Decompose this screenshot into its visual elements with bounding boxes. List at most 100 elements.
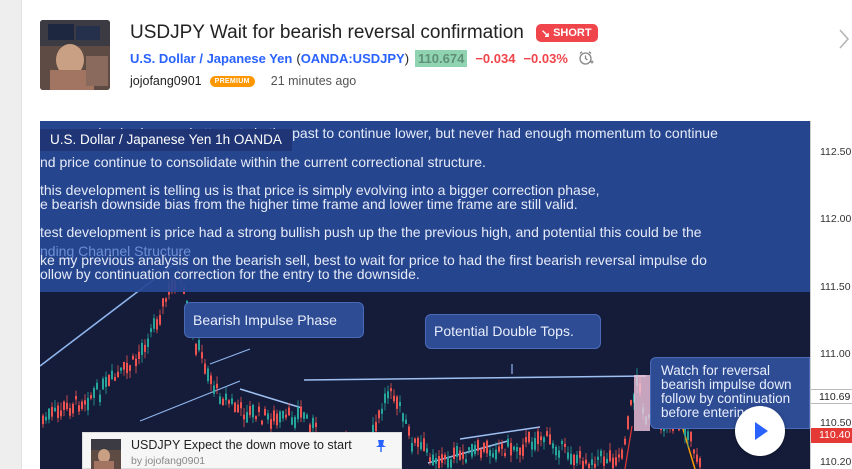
candle-body xyxy=(312,417,314,429)
candle-body xyxy=(579,450,581,459)
candle-body xyxy=(294,416,296,428)
candle-body xyxy=(147,338,149,348)
candle-body xyxy=(396,396,398,409)
candle-body xyxy=(240,402,242,409)
candle-body xyxy=(84,400,86,405)
candle-body xyxy=(105,376,107,387)
candle-body xyxy=(438,455,440,469)
candle-body xyxy=(420,442,422,450)
y-tick: 110.20 xyxy=(820,456,852,468)
candle-body xyxy=(213,385,215,394)
candle-body xyxy=(393,395,395,402)
chart-image[interactable]: ne see price had several attempts in the… xyxy=(40,121,852,469)
candle-body xyxy=(126,362,128,374)
y-tick: 111.00 xyxy=(820,348,851,360)
candle-body xyxy=(444,454,446,460)
candle-body xyxy=(207,368,209,382)
symbol-name-link[interactable]: U.S. Dollar / Japanese Yen xyxy=(130,51,292,66)
y-tick: 111.50 xyxy=(820,281,851,293)
candle-body xyxy=(606,458,608,464)
candle-body xyxy=(603,456,605,466)
candle-body xyxy=(612,457,614,469)
candle-body xyxy=(378,410,380,419)
play-icon xyxy=(755,422,768,440)
chart-legend: U.S. Dollar / Japanese Yen 1h OANDA xyxy=(40,129,292,151)
price-change-percent: −0.03% xyxy=(523,50,568,66)
play-button[interactable] xyxy=(735,406,785,456)
candle-body xyxy=(129,365,131,371)
sell-price-label: 110.40 xyxy=(811,428,852,443)
candle-body xyxy=(624,438,626,445)
candle-body xyxy=(627,416,629,429)
related-idea-thumbnail xyxy=(91,439,121,469)
candle-body xyxy=(99,394,101,403)
candle-body xyxy=(573,454,575,466)
alarm-clock-icon[interactable] xyxy=(578,50,594,66)
pin-icon xyxy=(375,439,387,453)
candle-body xyxy=(441,454,443,463)
candle-body xyxy=(255,416,257,420)
candle-body xyxy=(600,450,602,457)
candle-body xyxy=(267,413,269,420)
author-avatar[interactable] xyxy=(40,20,110,90)
candle-body xyxy=(270,419,272,429)
candle-body xyxy=(300,406,302,418)
candle-body xyxy=(375,421,377,432)
candle-body xyxy=(132,355,134,360)
candle-body xyxy=(522,444,524,456)
candle-body xyxy=(228,400,230,404)
candle-body xyxy=(558,450,560,458)
candle-body xyxy=(483,442,485,452)
candle-body xyxy=(276,413,278,426)
candle-body xyxy=(474,444,476,455)
candle-body xyxy=(426,448,428,453)
candle-body xyxy=(501,443,503,449)
candle-body xyxy=(408,426,410,436)
candle-body xyxy=(114,377,116,381)
candle-body xyxy=(297,407,299,420)
candle-body xyxy=(291,417,293,425)
symbol-close-paren: ) xyxy=(404,50,410,66)
candle-body xyxy=(450,459,452,468)
candle-body xyxy=(588,463,590,469)
candle-body xyxy=(447,456,449,468)
note-line: nd price continue to consolidate within … xyxy=(40,154,486,170)
idea-title[interactable]: USDJPY Wait for bearish reversal confirm… xyxy=(130,22,524,44)
candle-body xyxy=(387,391,389,399)
candle-body xyxy=(231,398,233,404)
note-line: e bearish downside bias from the higher … xyxy=(40,196,578,212)
candle-body xyxy=(513,446,515,450)
candle-body xyxy=(462,451,464,459)
callout-watch-reversal: Watch for reversal bearish impulse down … xyxy=(650,357,810,429)
symbol-ticker-link[interactable]: OANDA:USDJPY xyxy=(301,51,405,66)
candle-body xyxy=(303,412,305,419)
candle-body xyxy=(96,382,98,390)
author-row: jojofang0901 PREMIUM 21 minutes ago xyxy=(130,72,356,90)
callout-bearish-impulse: Bearish Impulse Phase xyxy=(184,302,364,338)
candle-body xyxy=(609,450,611,462)
candle-body xyxy=(507,438,509,447)
current-price-label: 110.69 xyxy=(811,389,852,404)
y-tick: 112.00 xyxy=(820,213,852,225)
price-axis[interactable]: 112.50 112.00 111.50 111.00 110.50 110.2… xyxy=(810,121,852,469)
candle-body xyxy=(282,410,284,419)
candle-body xyxy=(696,454,698,462)
candle-body xyxy=(204,363,206,374)
candle-body xyxy=(198,339,200,351)
chevron-right-icon[interactable] xyxy=(836,24,852,54)
candle-body xyxy=(417,438,419,447)
short-badge-label: SHORT xyxy=(553,27,592,39)
callout-double-tops: Potential Double Tops. xyxy=(425,314,601,349)
candle-body xyxy=(456,445,458,457)
candle-body xyxy=(243,414,245,420)
y-tick: 112.50 xyxy=(820,146,852,158)
candle-body xyxy=(195,343,197,355)
candle-body xyxy=(135,358,137,367)
candle-body xyxy=(63,401,65,410)
candle-body xyxy=(489,450,491,456)
author-name-link[interactable]: jojofang0901 xyxy=(130,74,202,88)
candle-body xyxy=(486,440,488,454)
related-idea-card[interactable]: USDJPY Expect the down move to start by … xyxy=(82,432,402,469)
candle-body xyxy=(534,437,536,450)
candle-body xyxy=(258,406,260,413)
